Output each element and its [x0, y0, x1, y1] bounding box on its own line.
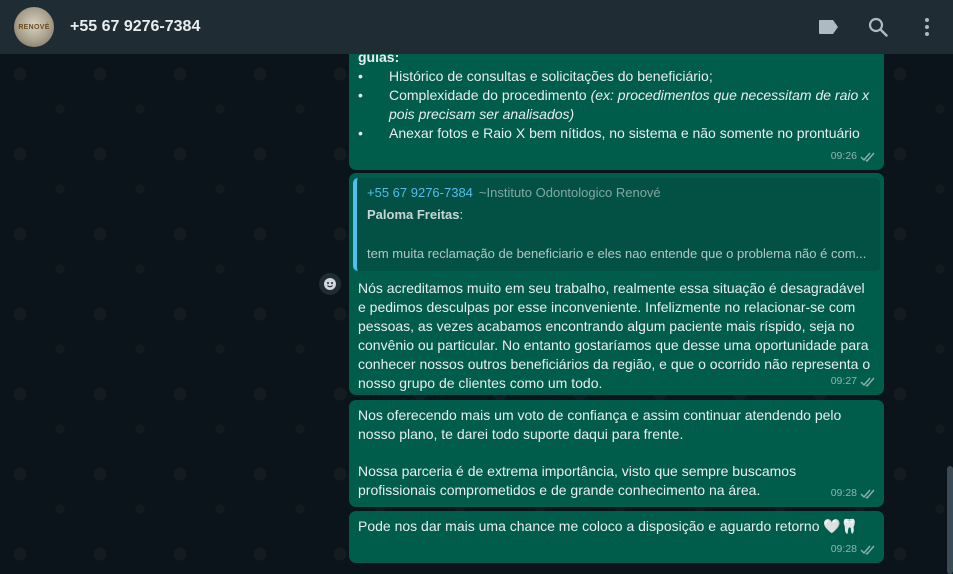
double-check-icon — [860, 489, 875, 499]
message-bubble[interactable]: guias: • Histórico de consultas e solici… — [349, 54, 884, 170]
chat-header: RENOVÉ +55 67 9276-7384 — [0, 0, 953, 54]
bullet-item: • Histórico de consultas e solicitações … — [358, 68, 713, 84]
search-icon[interactable] — [866, 15, 890, 39]
quoted-message[interactable]: +55 67 9276-7384 ~Instituto Odontologico … — [353, 178, 880, 271]
quoted-author: Paloma Freitas: — [367, 207, 464, 222]
message-time: 09:28 — [830, 487, 857, 499]
message-meta: 09:26 — [831, 147, 876, 166]
message-meta: 09:27 — [831, 372, 876, 391]
quoted-sender-name: ~Instituto Odontologico Renové — [478, 185, 661, 200]
message-text: guias: — [358, 54, 400, 65]
scrollbar[interactable] — [947, 466, 953, 574]
message-bubble[interactable]: Pode nos dar mais uma chance me coloco a… — [349, 511, 884, 563]
message-bubble[interactable]: Nos oferecendo mais um voto de confiança… — [349, 400, 884, 507]
message-text: Nós acreditamos muito em seu trabalho, r… — [358, 280, 871, 391]
header-actions — [792, 15, 939, 39]
double-check-icon — [860, 377, 875, 387]
smiley-icon — [324, 278, 336, 290]
message-meta: 09:28 — [831, 484, 876, 503]
bullet-item: • Anexar fotos e Raio X bem nítidos, no … — [358, 125, 860, 141]
message-time: 09:26 — [830, 150, 857, 162]
message-time: 09:27 — [830, 375, 857, 387]
emoji-reaction-button[interactable] — [319, 273, 341, 295]
quoted-sender-phone: +55 67 9276-7384 — [367, 185, 473, 200]
quoted-text: tem muita reclamação de beneficiario e e… — [367, 246, 867, 261]
message-time: 09:28 — [830, 543, 857, 555]
label-icon[interactable] — [817, 15, 841, 39]
message-bubble[interactable]: +55 67 9276-7384 ~Instituto Odontologico … — [349, 173, 884, 395]
double-check-icon — [860, 152, 875, 162]
message-meta: 09:28 — [831, 540, 876, 559]
bullet-item: • Complexidade do procedimento (ex: proc… — [358, 87, 870, 122]
message-text: Nossa parceria é de extrema importância,… — [358, 463, 797, 498]
message-text: Pode nos dar mais uma chance me coloco a… — [358, 518, 859, 534]
message-text: Nos oferecendo mais um voto de confiança… — [358, 407, 842, 442]
message-list[interactable]: guias: • Histórico de consultas e solici… — [0, 54, 953, 574]
contact-name[interactable]: +55 67 9276-7384 — [70, 18, 200, 36]
contact-avatar[interactable]: RENOVÉ — [14, 7, 54, 47]
double-check-icon — [860, 545, 875, 555]
more-vert-icon[interactable] — [915, 15, 939, 39]
